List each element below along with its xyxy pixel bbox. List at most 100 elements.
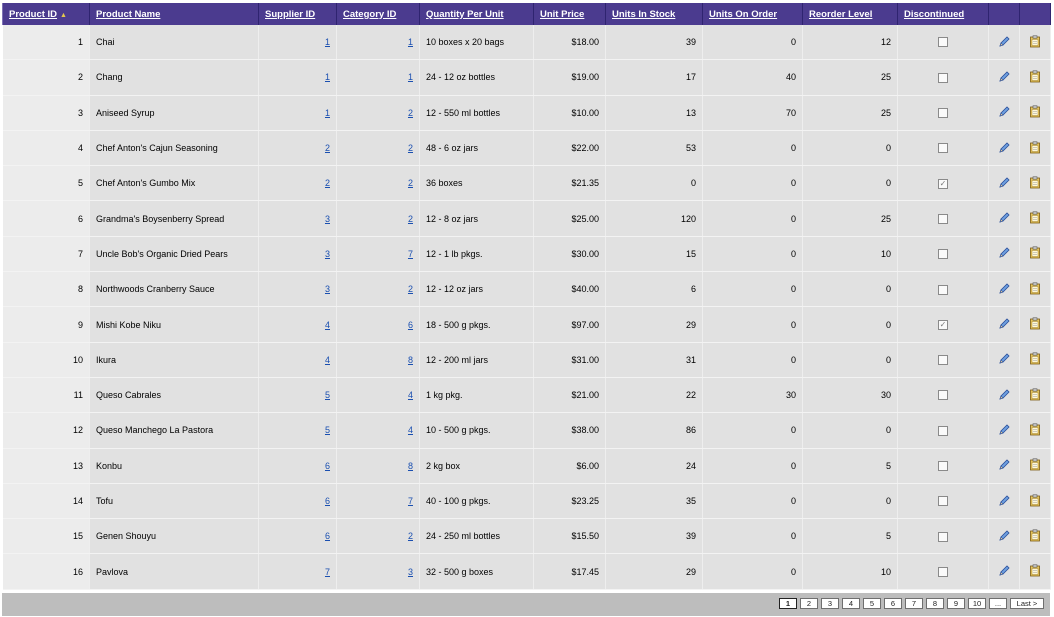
header-units-on-order[interactable]: Units On Order	[702, 3, 803, 25]
pager-more-button[interactable]: ...	[989, 598, 1007, 609]
clipboard-delete-icon[interactable]	[1029, 317, 1041, 332]
category-link[interactable]: 8	[408, 461, 413, 471]
clipboard-delete-icon[interactable]	[1029, 211, 1041, 226]
clipboard-delete-icon[interactable]	[1029, 35, 1041, 50]
supplier-link[interactable]: 4	[325, 320, 330, 330]
supplier-link[interactable]: 3	[325, 284, 330, 294]
header-supplier-id[interactable]: Supplier ID	[258, 3, 337, 25]
supplier-link[interactable]: 3	[325, 214, 330, 224]
category-link[interactable]: 3	[408, 567, 413, 577]
supplier-link[interactable]: 3	[325, 249, 330, 259]
pager-page-button[interactable]: 4	[842, 598, 860, 609]
category-link[interactable]: 4	[408, 390, 413, 400]
clipboard-delete-icon[interactable]	[1029, 105, 1041, 120]
pager-page-button[interactable]: 6	[884, 598, 902, 609]
pager-page-button[interactable]: 8	[926, 598, 944, 609]
sort-link-units-in-stock[interactable]: Units In Stock	[612, 9, 675, 20]
header-product-name[interactable]: Product Name	[89, 3, 259, 25]
cell-reorder-level: 0	[802, 130, 898, 167]
sort-link-unit-price[interactable]: Unit Price	[540, 9, 584, 20]
pencil-edit-icon[interactable]	[998, 36, 1011, 50]
clipboard-delete-icon[interactable]	[1029, 564, 1041, 579]
pencil-edit-icon[interactable]	[998, 283, 1011, 297]
category-link[interactable]: 2	[408, 531, 413, 541]
pencil-edit-icon[interactable]	[998, 106, 1011, 120]
clipboard-delete-icon[interactable]	[1029, 246, 1041, 261]
pencil-edit-icon[interactable]	[998, 494, 1011, 509]
supplier-link[interactable]: 4	[325, 355, 330, 365]
header-unit-price[interactable]: Unit Price	[533, 3, 606, 25]
pencil-edit-icon[interactable]	[998, 247, 1011, 261]
supplier-link[interactable]: 7	[325, 567, 330, 577]
category-link[interactable]: 2	[408, 284, 413, 294]
category-link[interactable]: 8	[408, 355, 413, 365]
pencil-edit-icon[interactable]	[998, 530, 1011, 544]
clipboard-delete-icon[interactable]	[1029, 282, 1041, 297]
supplier-link[interactable]: 1	[325, 37, 330, 47]
pencil-edit-icon[interactable]	[998, 177, 1011, 191]
pencil-edit-icon[interactable]	[998, 141, 1011, 156]
category-link[interactable]: 2	[408, 143, 413, 153]
discontinued-checkbox	[938, 72, 948, 83]
clipboard-delete-icon[interactable]	[1029, 494, 1041, 509]
sort-link-units-on-order[interactable]: Units On Order	[709, 9, 777, 20]
supplier-link[interactable]: 5	[325, 390, 330, 400]
clipboard-delete-icon[interactable]	[1029, 388, 1041, 403]
supplier-link[interactable]: 1	[325, 72, 330, 82]
header-units-in-stock[interactable]: Units In Stock	[605, 3, 703, 25]
pager-page-button[interactable]: 7	[905, 598, 923, 609]
pencil-edit-icon[interactable]	[998, 459, 1011, 473]
category-link[interactable]: 1	[408, 37, 413, 47]
header-quantity-per-unit[interactable]: Quantity Per Unit	[419, 3, 534, 25]
sort-link-discontinued[interactable]: Discontinued	[904, 9, 964, 20]
pager-page-button[interactable]: 1	[779, 598, 797, 609]
pager-page-button[interactable]: 10	[968, 598, 986, 609]
category-link[interactable]: 7	[408, 496, 413, 506]
clipboard-delete-icon[interactable]	[1029, 529, 1041, 544]
pencil-edit-icon[interactable]	[998, 353, 1011, 367]
category-link[interactable]: 1	[408, 72, 413, 82]
category-link[interactable]: 6	[408, 320, 413, 330]
clipboard-delete-icon[interactable]	[1029, 423, 1041, 438]
header-category-id[interactable]: Category ID	[336, 3, 420, 25]
supplier-link[interactable]: 5	[325, 425, 330, 435]
sort-link-reorder-level[interactable]: Reorder Level	[809, 9, 872, 20]
pager-page-button[interactable]: 2	[800, 598, 818, 609]
pencil-edit-icon[interactable]	[998, 389, 1011, 403]
pencil-edit-icon[interactable]	[998, 212, 1011, 226]
sort-link-quantity-per-unit[interactable]: Quantity Per Unit	[426, 9, 504, 20]
pencil-edit-icon[interactable]	[998, 318, 1011, 332]
supplier-link[interactable]: 2	[325, 178, 330, 188]
clipboard-delete-icon[interactable]	[1029, 352, 1041, 367]
sort-link-supplier-id[interactable]: Supplier ID	[265, 9, 315, 20]
category-link[interactable]: 2	[408, 214, 413, 224]
category-link[interactable]: 7	[408, 249, 413, 259]
cell-category-id: 6	[336, 306, 420, 343]
supplier-link[interactable]: 2	[325, 143, 330, 153]
supplier-link[interactable]: 6	[325, 496, 330, 506]
header-discontinued[interactable]: Discontinued	[897, 3, 989, 25]
pencil-edit-icon[interactable]	[998, 565, 1011, 579]
header-product-id[interactable]: Product ID ▲	[2, 3, 90, 25]
category-link[interactable]: 4	[408, 425, 413, 435]
category-link[interactable]: 2	[408, 108, 413, 118]
supplier-link[interactable]: 6	[325, 531, 330, 541]
sort-link-category-id[interactable]: Category ID	[343, 9, 396, 20]
category-link[interactable]: 2	[408, 178, 413, 188]
clipboard-delete-icon[interactable]	[1029, 141, 1041, 156]
sort-link-product-id[interactable]: Product ID	[9, 9, 57, 20]
pager-page-button[interactable]: 5	[863, 598, 881, 609]
clipboard-delete-icon[interactable]	[1029, 176, 1041, 191]
pencil-edit-icon[interactable]	[998, 71, 1011, 85]
pager-last-button[interactable]: Last >	[1010, 598, 1044, 609]
clipboard-delete-icon[interactable]	[1029, 458, 1041, 473]
pager-page-button[interactable]: 9	[947, 598, 965, 609]
supplier-link[interactable]: 1	[325, 108, 330, 118]
supplier-link[interactable]: 6	[325, 461, 330, 471]
clipboard-delete-icon[interactable]	[1029, 70, 1041, 85]
header-reorder-level[interactable]: Reorder Level	[802, 3, 898, 25]
sort-link-product-name[interactable]: Product Name	[96, 9, 160, 20]
pager-page-button[interactable]: 3	[821, 598, 839, 609]
cell-reorder-level: 0	[802, 306, 898, 343]
pencil-edit-icon[interactable]	[998, 424, 1011, 438]
